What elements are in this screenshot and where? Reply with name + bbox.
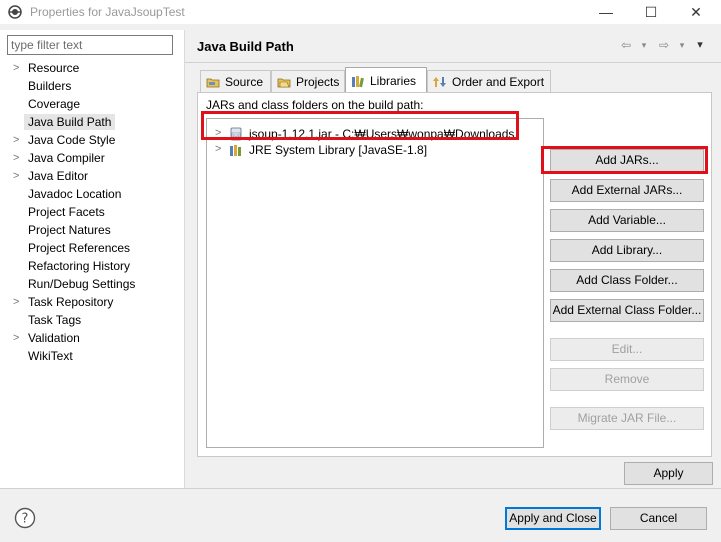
minimize-button[interactable]: — xyxy=(596,3,616,21)
expand-chevron-icon[interactable]: > xyxy=(215,143,221,155)
help-icon[interactable]: ? xyxy=(14,507,36,529)
sidebar-item-java-compiler[interactable]: > Java Compiler xyxy=(0,149,184,167)
back-arrow-icon[interactable]: ⇦ xyxy=(619,38,633,52)
eclipse-app-icon xyxy=(8,5,22,19)
source-folder-icon xyxy=(206,78,220,88)
sidebar-item-label: Java Build Path xyxy=(24,114,116,130)
sidebar-item-task-repository[interactable]: > Task Repository xyxy=(0,293,184,311)
list-item-jre-system-library[interactable]: > JRE System Library [JavaSE-1.8] xyxy=(207,141,543,159)
view-menu-icon[interactable]: ▾ xyxy=(693,38,707,52)
highlight-jsoup-entry xyxy=(201,111,519,140)
svg-text:?: ? xyxy=(22,512,29,527)
title-bar: Properties for JavaJsoupTest — ☐ ✕ xyxy=(0,0,721,24)
migrate-jar-file-button[interactable]: Migrate JAR File... xyxy=(550,407,704,430)
tab-projects[interactable]: Projects xyxy=(271,70,345,92)
sidebar-item-validation[interactable]: > Validation xyxy=(0,329,184,347)
back-history-chevron-icon[interactable]: ▾ xyxy=(637,38,651,52)
sidebar-item-label: Java Editor xyxy=(28,169,89,183)
add-variable-button[interactable]: Add Variable... xyxy=(550,209,704,232)
tab-libraries[interactable]: Libraries xyxy=(345,67,427,92)
page-title: Java Build Path xyxy=(197,39,294,54)
sidebar-item-java-editor[interactable]: > Java Editor xyxy=(0,167,184,185)
library-icon xyxy=(230,145,241,156)
expand-chevron-icon[interactable]: > xyxy=(13,295,23,309)
expand-chevron-icon[interactable]: > xyxy=(13,331,23,345)
close-button[interactable]: ✕ xyxy=(686,3,706,21)
forward-history-chevron-icon[interactable]: ▾ xyxy=(675,38,689,52)
jre-library-label: JRE System Library [JavaSE-1.8] xyxy=(249,143,428,157)
sidebar-item-label: Validation xyxy=(28,331,80,345)
tab-source[interactable]: Source xyxy=(200,70,271,92)
sidebar-item-builders[interactable]: Builders xyxy=(0,77,184,95)
maximize-button[interactable]: ☐ xyxy=(641,3,661,21)
expand-chevron-icon[interactable]: > xyxy=(13,61,23,75)
add-library-button[interactable]: Add Library... xyxy=(550,239,704,262)
sidebar-item-label: Task Repository xyxy=(28,295,114,309)
sidebar-item-label: Task Tags xyxy=(28,313,82,327)
sidebar-item-run-debug-settings[interactable]: Run/Debug Settings xyxy=(0,275,184,293)
sidebar-item-label: Builders xyxy=(28,79,72,93)
properties-page: Java Build Path ⇦ ▾ ⇨ ▾ ▾ Source Project… xyxy=(185,30,721,488)
sidebar-item-label: Coverage xyxy=(28,97,81,111)
sidebar-item-label: Resource xyxy=(28,61,80,75)
sidebar-item-label: Run/Debug Settings xyxy=(28,277,136,291)
cancel-button[interactable]: Cancel xyxy=(610,507,707,530)
sidebar-item-label: Java Compiler xyxy=(28,151,105,165)
sidebar-item-wikitext[interactable]: WikiText xyxy=(0,347,184,365)
filter-input[interactable] xyxy=(7,35,173,55)
sidebar-item-label: Project References xyxy=(28,241,131,255)
sidebar-item-label: Java Code Style xyxy=(28,133,116,147)
order-export-icon xyxy=(433,77,446,87)
apply-and-close-button[interactable]: Apply and Close xyxy=(505,507,601,530)
add-external-class-folder-button[interactable]: Add External Class Folder... xyxy=(550,299,704,322)
sidebar-item-project-references[interactable]: Project References xyxy=(0,239,184,257)
add-external-jars-button[interactable]: Add External JARs... xyxy=(550,179,704,202)
remove-button[interactable]: Remove xyxy=(550,368,704,391)
expand-chevron-icon[interactable]: > xyxy=(13,169,23,183)
apply-button[interactable]: Apply xyxy=(624,462,713,485)
window-title: Properties for JavaJsoupTest xyxy=(30,5,185,19)
sidebar-item-refactoring-history[interactable]: Refactoring History xyxy=(0,257,184,275)
highlight-add-external-jars xyxy=(541,146,708,174)
sidebar-item-project-facets[interactable]: Project Facets xyxy=(0,203,184,221)
sidebar-item-label: Project Facets xyxy=(28,205,105,219)
expand-chevron-icon[interactable]: > xyxy=(13,151,23,165)
sidebar-item-coverage[interactable]: Coverage xyxy=(0,95,184,113)
sidebar-item-label: Javadoc Location xyxy=(28,187,122,201)
footer-separator xyxy=(0,488,721,489)
tab-order-and-export[interactable]: Order and Export xyxy=(427,70,551,92)
sidebar-item-resource[interactable]: > Resource xyxy=(0,59,184,77)
sidebar-item-java-code-style[interactable]: > Java Code Style xyxy=(0,131,184,149)
add-class-folder-button[interactable]: Add Class Folder... xyxy=(550,269,704,292)
build-path-entries-list[interactable]: > 010 jsoup-1.12.1.jar - C:₩Users₩wonpa₩… xyxy=(206,118,544,448)
sidebar-item-label: Project Natures xyxy=(28,223,111,237)
expand-chevron-icon[interactable]: > xyxy=(13,133,23,147)
sidebar-item-label: WikiText xyxy=(28,349,73,363)
libraries-icon xyxy=(352,76,364,88)
sidebar-item-project-natures[interactable]: Project Natures xyxy=(0,221,184,239)
title-separator xyxy=(185,62,721,63)
sidebar-item-java-build-path[interactable]: Java Build Path xyxy=(0,113,184,131)
sidebar-item-javadoc-location[interactable]: Javadoc Location xyxy=(0,185,184,203)
projects-icon xyxy=(277,78,291,88)
edit-button[interactable]: Edit... xyxy=(550,338,704,361)
sidebar-item-task-tags[interactable]: Task Tags xyxy=(0,311,184,329)
build-path-caption: JARs and class folders on the build path… xyxy=(206,98,424,112)
forward-arrow-icon[interactable]: ⇨ xyxy=(657,38,671,52)
sidebar-item-label: Refactoring History xyxy=(28,259,131,273)
category-pane: > Resource Builders Coverage Java Build Path… xyxy=(0,30,184,488)
